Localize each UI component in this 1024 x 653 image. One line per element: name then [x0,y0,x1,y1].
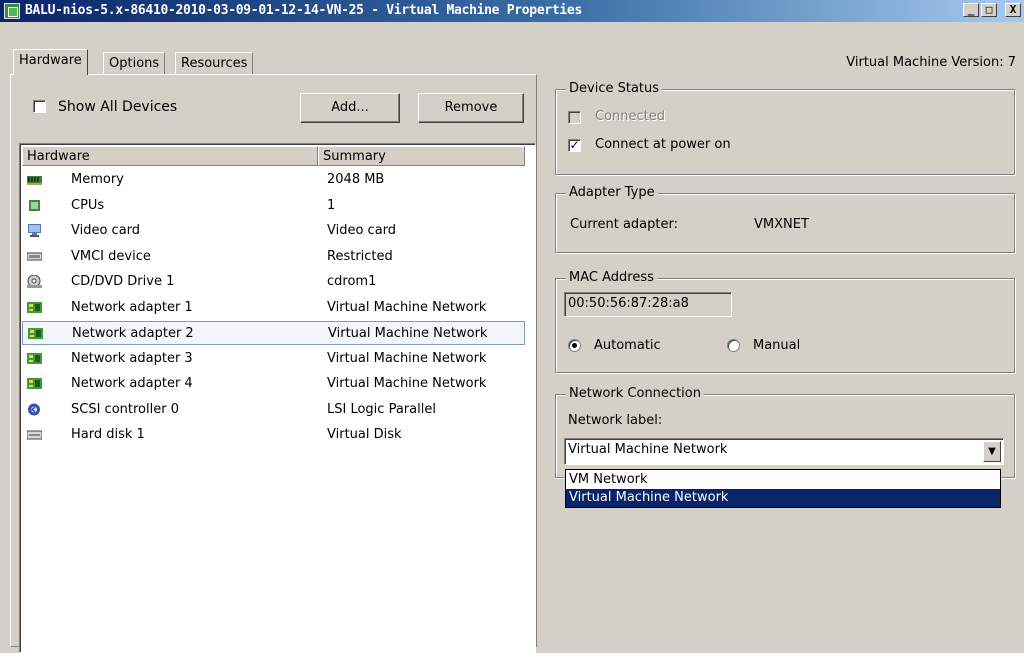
restore-button[interactable]: □ [981,3,997,17]
hardware-row[interactable]: SCSI controller 0 LSI Logic Parallel [22,398,525,422]
hardware-row-summary: Virtual Disk [327,427,402,442]
minimize-button[interactable]: _ [963,3,979,17]
dropdown-arrow-icon[interactable]: ▼ [983,441,1001,462]
connected-label: Connected [595,109,666,124]
network-adapter-icon [27,377,42,390]
network-label-selected-value: Virtual Machine Network [568,442,728,457]
hardware-row-name: CD/DVD Drive 1 [71,274,175,289]
connect-at-power-on-label: Connect at power on [595,137,731,152]
current-adapter-value: VMXNET [754,217,809,232]
network-adapter-icon [28,327,43,340]
column-header-hardware[interactable]: Hardware [22,146,318,166]
memory-icon [27,173,42,186]
cd-drive-icon [27,274,42,288]
hardware-row[interactable]: Network adapter 2 Virtual Machine Network [22,321,525,345]
cpu-icon [27,199,42,212]
hardware-row-name: Network adapter 1 [71,299,193,315]
hardware-row-name: Network adapter 3 [71,350,193,366]
show-all-devices-label: Show All Devices [58,99,178,115]
network-adapter-icon [27,352,42,365]
hardware-row-summary: Virtual Machine Network [327,299,487,315]
mac-address-field[interactable]: 00:50:56:87:28:a8 [564,292,732,317]
hardware-row[interactable]: CD/DVD Drive 1 cdrom1 [22,270,525,294]
column-header-summary[interactable]: Summary [318,146,525,166]
hardware-row[interactable]: Hard disk 1 Virtual Disk [22,423,525,447]
scsi-controller-icon [27,403,42,416]
mac-manual-label: Manual [753,338,801,353]
tab-strip: Hardware Options Resources Virtual Machi… [0,22,1024,75]
network-adapter-icon [27,301,42,314]
hardware-row-summary: Virtual Machine Network [328,326,488,341]
title-bar[interactable]: BALU-nios-5.x-86410-2010-03-09-01-12-14-… [0,0,1024,22]
network-label-caption: Network label: [568,413,663,428]
hardware-row[interactable]: Network adapter 3 Virtual Machine Network [22,347,525,371]
hardware-row-summary: Virtual Machine Network [327,376,487,391]
mac-address-title: MAC Address [566,270,657,285]
hardware-row-summary: Virtual Machine Network [327,350,487,366]
hardware-row-name: CPUs [71,197,105,213]
adapter-type-group: Adapter Type Current adapter: VMXNET [555,185,1015,253]
hardware-row-summary: LSI Logic Parallel [327,401,436,417]
current-adapter-label: Current adapter: [570,217,678,232]
hardware-row-summary: Restricted [327,248,393,264]
hardware-row[interactable]: Network adapter 1 Virtual Machine Network [22,296,525,320]
hardware-row-name: Network adapter 4 [71,376,193,391]
hardware-row-name: SCSI controller 0 [71,401,179,417]
hardware-row-name: Memory [71,172,124,187]
network-connection-group: Network Connection Network label: Virtua… [555,386,1015,478]
hardware-row-name: Network adapter 2 [72,326,194,341]
mac-automatic-radio[interactable] [568,339,581,352]
network-connection-title: Network Connection [566,386,704,401]
hardware-list[interactable]: Hardware Summary Memory 2048 MB CPUs 1 Video… [19,143,536,653]
hardware-row[interactable]: Video card Video card [22,219,525,243]
vm-version-label: Virtual Machine Version: 7 [846,55,1016,70]
adapter-type-title: Adapter Type [566,185,658,200]
vmci-device-icon [26,250,43,263]
hardware-panel: Show All Devices Add... Remove Hardware … [10,74,537,653]
tab-options[interactable]: Options [103,52,166,74]
hardware-row-name: Video card [71,223,141,238]
network-label-dropdown-list[interactable]: VM Network Virtual Machine Network [565,469,1001,508]
hard-disk-icon [26,428,43,441]
connected-checkbox[interactable] [568,111,581,124]
monitor-icon [27,224,42,237]
connect-at-power-on-checkbox[interactable]: ✓ [568,139,581,152]
hardware-row[interactable]: CPUs 1 [22,194,525,218]
remove-device-button[interactable]: Remove [418,93,524,123]
device-status-group: Device Status Connected ✓ Connect at pow… [555,81,1015,175]
tab-resources[interactable]: Resources [175,52,254,74]
hardware-row[interactable]: Memory 2048 MB [22,168,525,192]
hardware-row-name: Hard disk 1 [71,427,145,442]
dropdown-option-vm-network[interactable]: VM Network [566,471,1000,489]
hardware-row[interactable]: VMCI device Restricted [22,245,525,269]
vm-window-icon [4,3,20,19]
mac-address-group: MAC Address 00:50:56:87:28:a8 Automatic … [555,270,1015,373]
device-status-title: Device Status [566,81,663,96]
hardware-row-summary: Video card [327,223,397,238]
network-label-select[interactable]: Virtual Machine Network ▼ [564,438,1004,465]
hardware-row-summary: 2048 MB [327,172,385,187]
close-button[interactable]: X [1005,3,1021,17]
show-all-devices-checkbox[interactable] [33,100,46,113]
add-device-button[interactable]: Add... [300,93,400,123]
mac-automatic-label: Automatic [594,338,661,353]
window-title: BALU-nios-5.x-86410-2010-03-09-01-12-14-… [25,3,582,18]
tab-hardware[interactable]: Hardware [13,49,88,75]
dropdown-option-virtual-machine-network[interactable]: Virtual Machine Network [566,489,1000,507]
hardware-row-summary: 1 [327,197,336,213]
hardware-row-summary: cdrom1 [327,274,377,289]
hardware-row-name: VMCI device [71,248,151,264]
hardware-row[interactable]: Network adapter 4 Virtual Machine Network [22,372,525,396]
mac-manual-radio[interactable] [727,339,740,352]
